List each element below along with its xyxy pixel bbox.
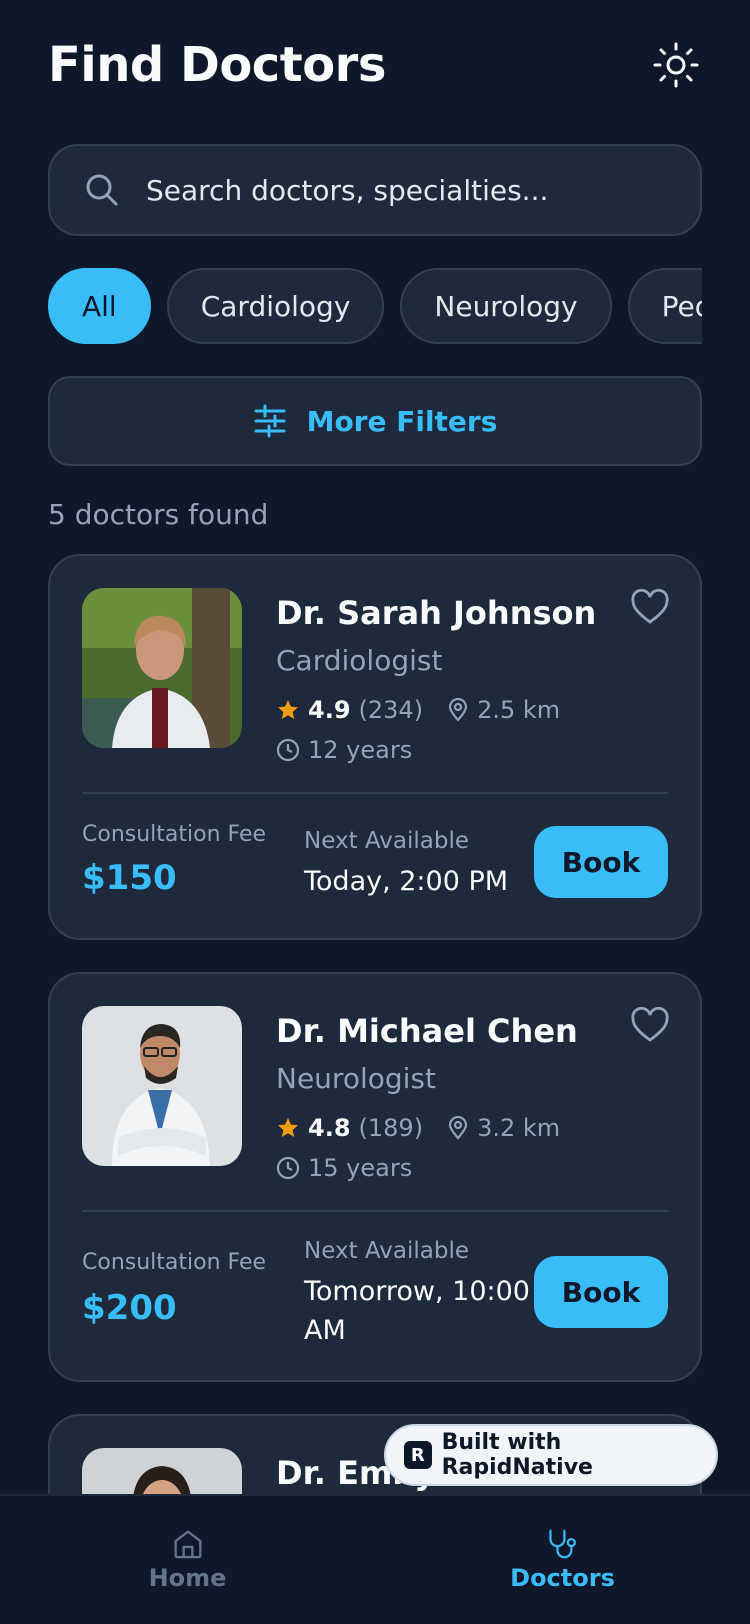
- tab-home[interactable]: Home: [0, 1496, 375, 1592]
- results-count: 5 doctors found: [48, 498, 269, 531]
- clock-icon: [276, 738, 300, 762]
- doctor-experience-text: 15 years: [308, 1154, 413, 1182]
- rapidnative-logo-icon: R: [404, 1441, 432, 1469]
- doctor-experience: 15 years: [276, 1154, 412, 1182]
- doctor-stats: 4.8 (189) 3.2 km: [276, 1114, 560, 1142]
- tab-doctors[interactable]: Doctors: [375, 1496, 750, 1592]
- more-filters-button[interactable]: More Filters: [48, 376, 702, 466]
- star-icon: [278, 700, 298, 719]
- tab-doctors-label: Doctors: [510, 1564, 615, 1592]
- search-placeholder: Search doctors, specialties...: [146, 173, 549, 207]
- doctor-name: Dr. Michael Chen: [276, 1012, 578, 1050]
- book-button[interactable]: Book: [534, 826, 668, 898]
- next-available-value: Today, 2:00 PM: [304, 866, 509, 897]
- bottom-tab-bar: Home Doctors: [0, 1494, 750, 1624]
- next-available-label: Next Available: [304, 1238, 469, 1264]
- doctor-distance: 2.5 km: [477, 696, 561, 724]
- specialty-chips: All Cardiology Neurology Pediatrics: [48, 268, 702, 344]
- next-available-label: Next Available: [304, 828, 469, 854]
- doctor-reviews: (189): [358, 1114, 424, 1142]
- chip-neurology[interactable]: Neurology: [400, 268, 612, 344]
- chip-pediatrics[interactable]: Pediatrics: [627, 268, 702, 344]
- doctor-card[interactable]: Dr. Michael Chen Neurologist 4.8 (189) 3…: [48, 972, 702, 1382]
- built-with-badge[interactable]: R Built with RapidNative: [384, 1424, 718, 1486]
- fee-label: Consultation Fee: [82, 822, 267, 847]
- fee-value: $200: [82, 1288, 177, 1328]
- sun-icon: [653, 42, 699, 88]
- location-icon: [448, 1116, 468, 1140]
- doctor-stats: 4.9 (234) 2.5 km: [276, 696, 560, 724]
- doctor-rating: 4.9: [308, 696, 351, 724]
- doctor-specialty: Neurologist: [276, 1062, 436, 1095]
- doctor-specialty: Cardiologist: [276, 644, 443, 677]
- next-available-value: Tomorrow, 10:00 AM: [304, 1276, 530, 1346]
- doctor-photo: [82, 588, 242, 748]
- tab-home-label: Home: [148, 1564, 227, 1592]
- doctor-card[interactable]: Dr. Sarah Johnson Cardiologist 4.9 (234)…: [48, 554, 702, 940]
- book-button[interactable]: Book: [534, 1256, 668, 1328]
- more-filters-label: More Filters: [306, 404, 498, 438]
- chip-cardiology[interactable]: Cardiology: [166, 268, 385, 344]
- stethoscope-icon: [548, 1529, 576, 1559]
- star-icon: [278, 1118, 298, 1137]
- location-icon: [448, 698, 468, 722]
- doctor-distance: 3.2 km: [477, 1114, 561, 1142]
- chip-all[interactable]: All: [48, 268, 151, 344]
- fee-value: $150: [82, 858, 177, 898]
- home-icon: [173, 1530, 202, 1559]
- sliders-icon: [254, 404, 286, 438]
- doctor-name: Dr. Sarah Johnson: [276, 594, 597, 632]
- header: Find Doctors: [48, 30, 702, 100]
- fee-label: Consultation Fee: [82, 1250, 267, 1275]
- doctor-rating: 4.8: [308, 1114, 351, 1142]
- favorite-button[interactable]: [630, 588, 670, 628]
- search-icon: [86, 174, 118, 206]
- favorite-button[interactable]: [630, 1006, 670, 1046]
- badge-label: Built with RapidNative: [441, 1430, 593, 1480]
- theme-toggle-button[interactable]: [650, 39, 702, 91]
- card-divider: [82, 792, 668, 794]
- doctor-experience: 12 years: [276, 736, 412, 764]
- heart-icon: [631, 588, 669, 624]
- heart-icon: [631, 1006, 669, 1042]
- doctor-reviews: (234): [358, 696, 424, 724]
- doctor-photo: [82, 1006, 242, 1166]
- card-divider: [82, 1210, 668, 1212]
- clock-icon: [276, 1156, 300, 1180]
- doctor-experience-text: 12 years: [308, 736, 413, 764]
- page-title: Find Doctors: [48, 37, 386, 93]
- search-input[interactable]: Search doctors, specialties...: [48, 144, 702, 236]
